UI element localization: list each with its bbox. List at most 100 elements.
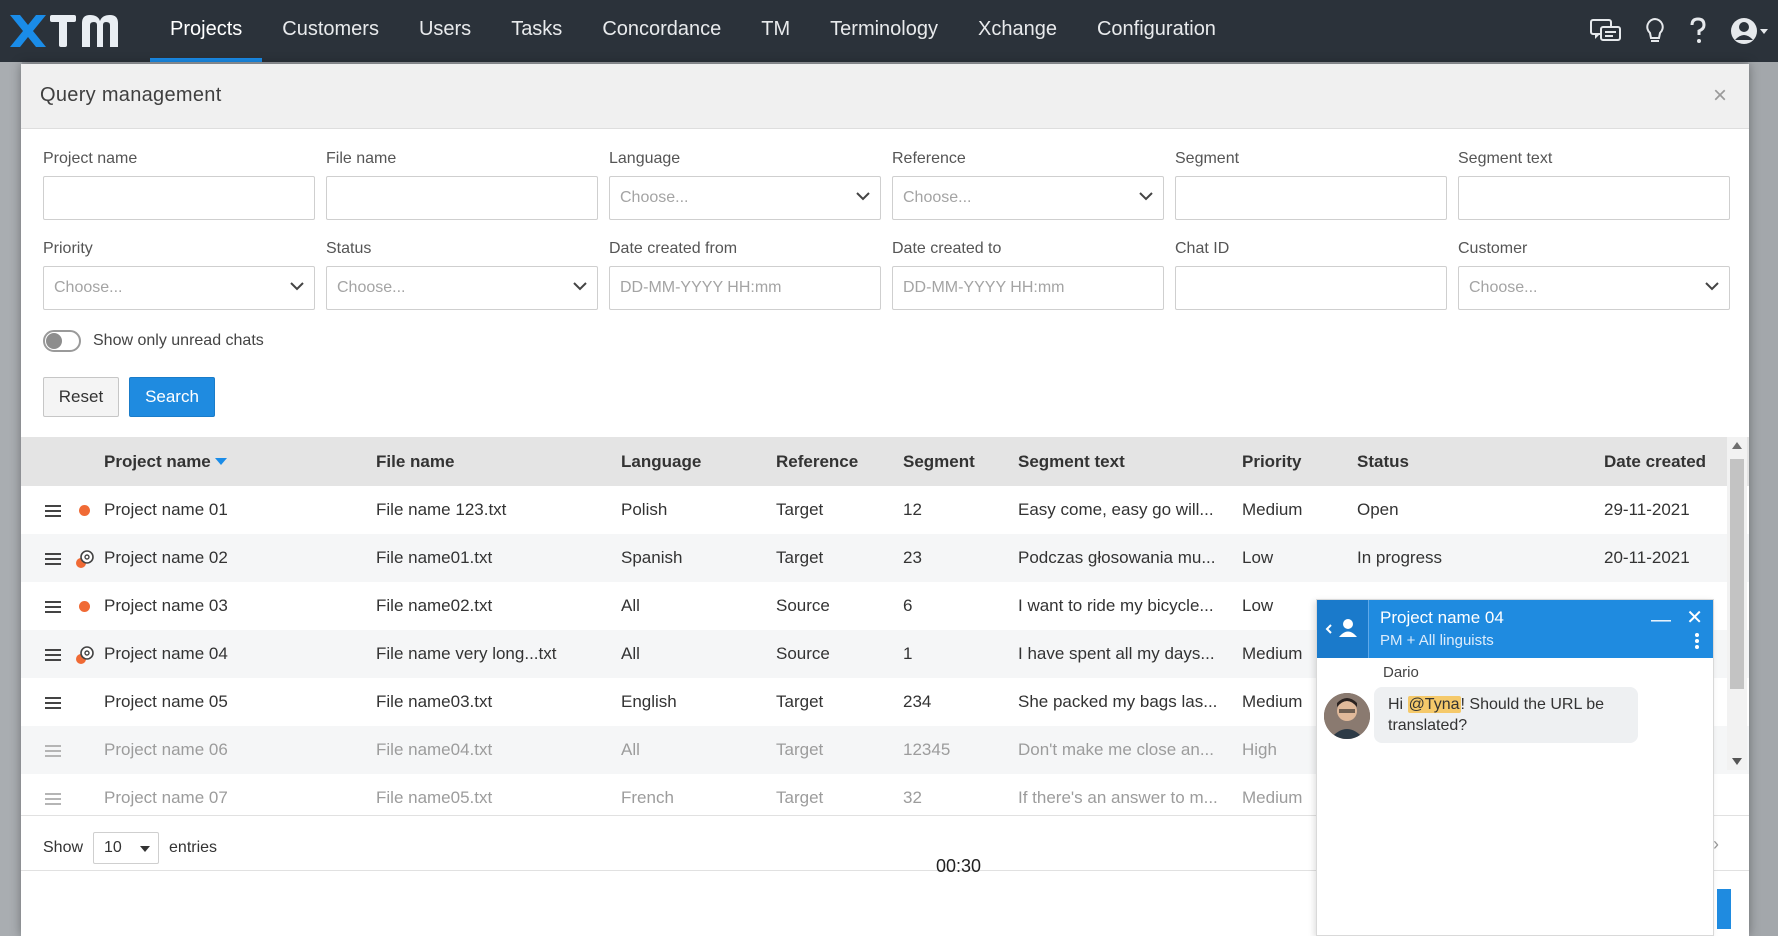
- nav-item-tasks[interactable]: Tasks: [491, 0, 582, 62]
- table-scrollbar[interactable]: [1727, 437, 1747, 770]
- cell-text: She packed my bags las...: [1018, 692, 1218, 711]
- select-placeholder: Choose...: [337, 279, 406, 296]
- drag-handle-icon[interactable]: [45, 743, 61, 763]
- filter-reference: Reference Choose...: [892, 150, 1164, 220]
- drag-handle-icon[interactable]: [45, 503, 61, 523]
- nav-item-users[interactable]: Users: [399, 0, 491, 62]
- filter-segment: Segment: [1175, 150, 1447, 220]
- field-label: Segment: [1175, 150, 1240, 167]
- filter-project-name: Project name: [43, 150, 315, 220]
- select-placeholder: Choose...: [54, 279, 123, 296]
- cell-project: Project name 02: [104, 548, 228, 567]
- column-header-language[interactable]: Language: [621, 452, 701, 472]
- select-placeholder: Choose...: [903, 189, 972, 206]
- close-icon[interactable]: ✕: [1686, 608, 1703, 628]
- date-from-input[interactable]: DD-MM-YYYY HH:mm: [609, 266, 881, 310]
- cell-priority: Medium: [1242, 500, 1303, 519]
- lightbulb-icon[interactable]: [1644, 17, 1666, 45]
- status-select[interactable]: Choose...: [326, 266, 598, 310]
- drag-handle-icon[interactable]: [45, 647, 61, 667]
- cell-file: File name05.txt: [376, 788, 493, 807]
- column-header-priority[interactable]: Priority: [1242, 452, 1302, 472]
- table-row[interactable]: Project name 01 File name 123.txt Polish Ta…: [21, 486, 1749, 534]
- column-header-segment[interactable]: Segment: [903, 452, 975, 472]
- column-header-reference[interactable]: Reference: [776, 452, 858, 472]
- field-label: Segment text: [1458, 150, 1553, 167]
- chat-participants-toggle[interactable]: [1317, 600, 1369, 658]
- field-label: Reference: [892, 150, 966, 167]
- xtm-logo[interactable]: [0, 0, 150, 62]
- language-select[interactable]: Choose...: [609, 176, 881, 220]
- column-header-date-created[interactable]: Date created: [1604, 452, 1706, 472]
- chat-id-input[interactable]: [1175, 266, 1447, 310]
- select-placeholder: Choose...: [620, 189, 689, 206]
- scroll-up-arrow-icon[interactable]: [1732, 442, 1742, 449]
- table-header: Project name File name Language Referenc…: [21, 437, 1749, 486]
- table-row[interactable]: Project name 02 File name01.txt Spanish Tar…: [21, 534, 1749, 582]
- cell-file: File name03.txt: [376, 692, 493, 711]
- project-name-input[interactable]: [43, 176, 315, 220]
- user-account-icon[interactable]: [1730, 16, 1770, 46]
- cell-reference: Source: [776, 596, 830, 615]
- chat-message: Hi @Tyna! Should the URL be translated?: [1374, 687, 1638, 743]
- nav-item-projects[interactable]: Projects: [150, 0, 263, 62]
- priority-select[interactable]: Choose...: [43, 266, 315, 310]
- filter-language: Language Choose...: [609, 150, 881, 220]
- scroll-down-arrow-icon[interactable]: [1732, 758, 1742, 765]
- column-header-segment-text[interactable]: Segment text: [1018, 452, 1125, 472]
- cell-priority: Medium: [1242, 788, 1303, 807]
- cell-project: Project name 01: [104, 500, 228, 519]
- filter-priority: Priority Choose...: [43, 240, 315, 310]
- filter-chat-id: Chat ID: [1175, 240, 1447, 310]
- search-button[interactable]: Search: [129, 377, 215, 417]
- nav-item-concordance[interactable]: Concordance: [582, 0, 741, 62]
- chat-panel: Project name 04 PM + All linguists — ✕ D…: [1316, 599, 1714, 936]
- file-name-input[interactable]: [326, 176, 598, 220]
- drag-handle-icon[interactable]: [45, 791, 61, 811]
- date-to-input[interactable]: DD-MM-YYYY HH:mm: [892, 266, 1164, 310]
- drag-handle-icon[interactable]: [45, 695, 61, 715]
- segment-input[interactable]: [1175, 176, 1447, 220]
- minimize-icon[interactable]: —: [1651, 610, 1671, 630]
- drag-handle-icon[interactable]: [45, 551, 61, 571]
- chat-bubbles-icon[interactable]: [1590, 18, 1622, 44]
- chevron-down-icon: [856, 192, 870, 201]
- chat-participants: PM + All linguists: [1380, 632, 1494, 649]
- scrollbar-thumb[interactable]: [1730, 459, 1744, 689]
- entries-select[interactable]: 10: [93, 832, 160, 864]
- drag-handle-icon[interactable]: [45, 599, 61, 619]
- reset-button[interactable]: Reset: [43, 377, 119, 417]
- nav-item-configuration[interactable]: Configuration: [1077, 0, 1236, 62]
- avatar: [1324, 693, 1370, 739]
- help-icon[interactable]: [1688, 17, 1708, 45]
- reference-select[interactable]: Choose...: [892, 176, 1164, 220]
- filter-date-to: Date created to DD-MM-YYYY HH:mm: [892, 240, 1164, 310]
- message-sender: Dario: [1383, 664, 1419, 681]
- message-text: Hi: [1388, 696, 1408, 713]
- close-icon[interactable]: ×: [1713, 84, 1727, 108]
- field-label: Customer: [1458, 240, 1528, 257]
- segment-text-input[interactable]: [1458, 176, 1730, 220]
- more-options-icon[interactable]: [1695, 633, 1699, 654]
- cell-reference: Target: [776, 740, 824, 759]
- nav-item-xchange[interactable]: Xchange: [958, 0, 1077, 62]
- nav-item-terminology[interactable]: Terminology: [810, 0, 958, 62]
- unread-toggle-label: Show only unread chats: [93, 332, 264, 349]
- nav-item-tm[interactable]: TM: [741, 0, 810, 62]
- cell-text: Podczas głosowania mu...: [1018, 548, 1216, 567]
- column-header-file-name[interactable]: File name: [376, 452, 454, 472]
- column-header-status[interactable]: Status: [1357, 452, 1409, 472]
- cell-reference: Target: [776, 788, 824, 807]
- user-icon: [1325, 619, 1357, 637]
- unread-chats-toggle[interactable]: [43, 330, 81, 352]
- column-header-project-name[interactable]: Project name: [104, 452, 227, 472]
- user-mention[interactable]: @Tyna: [1407, 696, 1461, 713]
- filter-file-name: File name: [326, 150, 598, 220]
- chevron-down-icon: [1705, 282, 1719, 291]
- cell-text: If there's an answer to m...: [1018, 788, 1218, 807]
- customer-select[interactable]: Choose...: [1458, 266, 1730, 310]
- cell-project: Project name 04: [104, 644, 228, 663]
- partially-hidden-button[interactable]: [1717, 889, 1731, 929]
- nav-item-customers[interactable]: Customers: [262, 0, 399, 62]
- cell-file: File name02.txt: [376, 596, 493, 615]
